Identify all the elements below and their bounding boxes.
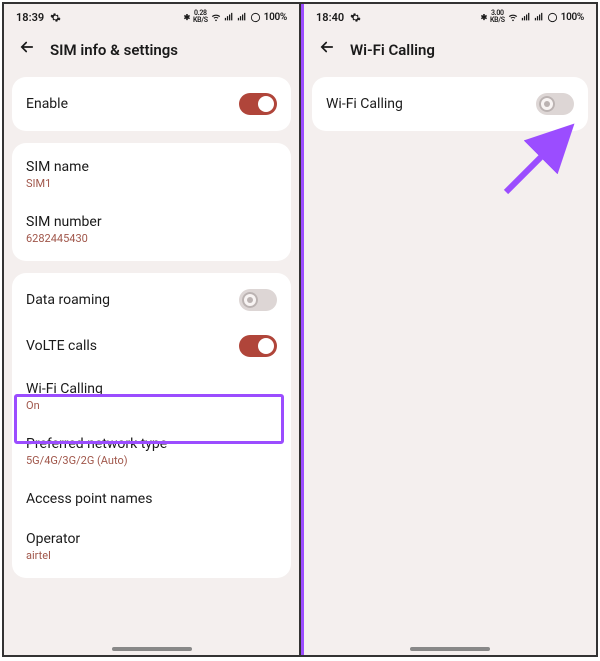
- sim-number-label: SIM number: [26, 214, 102, 230]
- back-icon[interactable]: [318, 38, 336, 61]
- volte-label: VoLTE calls: [26, 338, 97, 354]
- wifi-calling-label: Wi-Fi Calling: [326, 96, 403, 112]
- battery-icon: [250, 12, 261, 23]
- enable-label: Enable: [26, 96, 68, 112]
- signal-icon-2: [237, 12, 247, 22]
- gear-icon: [50, 12, 61, 23]
- data-roaming-row[interactable]: Data roaming: [12, 277, 291, 323]
- volte-row[interactable]: VoLTE calls: [12, 323, 291, 369]
- sim-name-row[interactable]: SIM name SIM1: [12, 147, 291, 202]
- wifi-calling-label: Wi-Fi Calling: [26, 381, 103, 397]
- home-indicator[interactable]: [112, 647, 192, 651]
- page-title: Wi-Fi Calling: [350, 41, 435, 59]
- data-roaming-label: Data roaming: [26, 292, 110, 308]
- signal-icon: [521, 12, 531, 22]
- battery-icon: [547, 12, 558, 23]
- wifi-calling-toggle-row[interactable]: Wi-Fi Calling: [312, 81, 588, 127]
- pref-network-value: 5G/4G/3G/2G (Auto): [26, 454, 167, 467]
- page-title: SIM info & settings: [50, 41, 178, 59]
- enable-toggle[interactable]: [239, 93, 277, 115]
- wifi-calling-card: Wi-Fi Calling: [312, 77, 588, 131]
- phone-screen-sim-settings: 18:39 ✱ 0.28KB/S 100% SIM info & setting…: [4, 4, 301, 655]
- gear-icon: [350, 12, 361, 23]
- sim-number-value: 6282445430: [26, 232, 102, 245]
- status-indicators: ✱ 0.28KB/S 100%: [184, 10, 287, 24]
- sim-number-row[interactable]: SIM number 6282445430: [12, 202, 291, 257]
- pref-network-label: Preferred network type: [26, 436, 167, 452]
- wifi-icon: [508, 12, 518, 22]
- apn-row[interactable]: Access point names: [12, 479, 291, 519]
- data-roaming-toggle[interactable]: [239, 289, 277, 311]
- status-time: 18:40: [316, 11, 344, 24]
- status-bar: 18:39 ✱ 0.28KB/S 100%: [4, 4, 299, 28]
- back-icon[interactable]: [18, 38, 36, 61]
- operator-label: Operator: [26, 531, 80, 547]
- status-bar: 18:40 ✱ 3.00KB/S 100%: [304, 4, 596, 28]
- wifi-calling-value: On: [26, 399, 103, 412]
- network-card: Data roaming VoLTE calls Wi-Fi Calling O…: [12, 273, 291, 578]
- signal-icon: [224, 12, 234, 22]
- sim-name-value: SIM1: [26, 177, 89, 190]
- page-header: SIM info & settings: [4, 28, 299, 77]
- operator-value: airtel: [26, 549, 80, 562]
- wifi-icon: [211, 12, 221, 22]
- sim-name-label: SIM name: [26, 159, 89, 175]
- status-time: 18:39: [16, 11, 44, 24]
- apn-label: Access point names: [26, 491, 152, 507]
- status-indicators: ✱ 3.00KB/S 100%: [481, 10, 584, 24]
- operator-row[interactable]: Operator airtel: [12, 519, 291, 574]
- phone-screen-wifi-calling: 18:40 ✱ 3.00KB/S 100% Wi-Fi Calling Wi-F…: [302, 4, 596, 655]
- home-indicator[interactable]: [410, 647, 490, 651]
- enable-card: Enable: [12, 77, 291, 131]
- pref-network-row[interactable]: Preferred network type 5G/4G/3G/2G (Auto…: [12, 424, 291, 479]
- volte-toggle[interactable]: [239, 335, 277, 357]
- wifi-calling-row[interactable]: Wi-Fi Calling On: [12, 369, 291, 424]
- wifi-calling-toggle[interactable]: [536, 93, 574, 115]
- page-header: Wi-Fi Calling: [304, 28, 596, 77]
- enable-row[interactable]: Enable: [12, 81, 291, 127]
- sim-info-card: SIM name SIM1 SIM number 6282445430: [12, 143, 291, 261]
- signal-icon-2: [534, 12, 544, 22]
